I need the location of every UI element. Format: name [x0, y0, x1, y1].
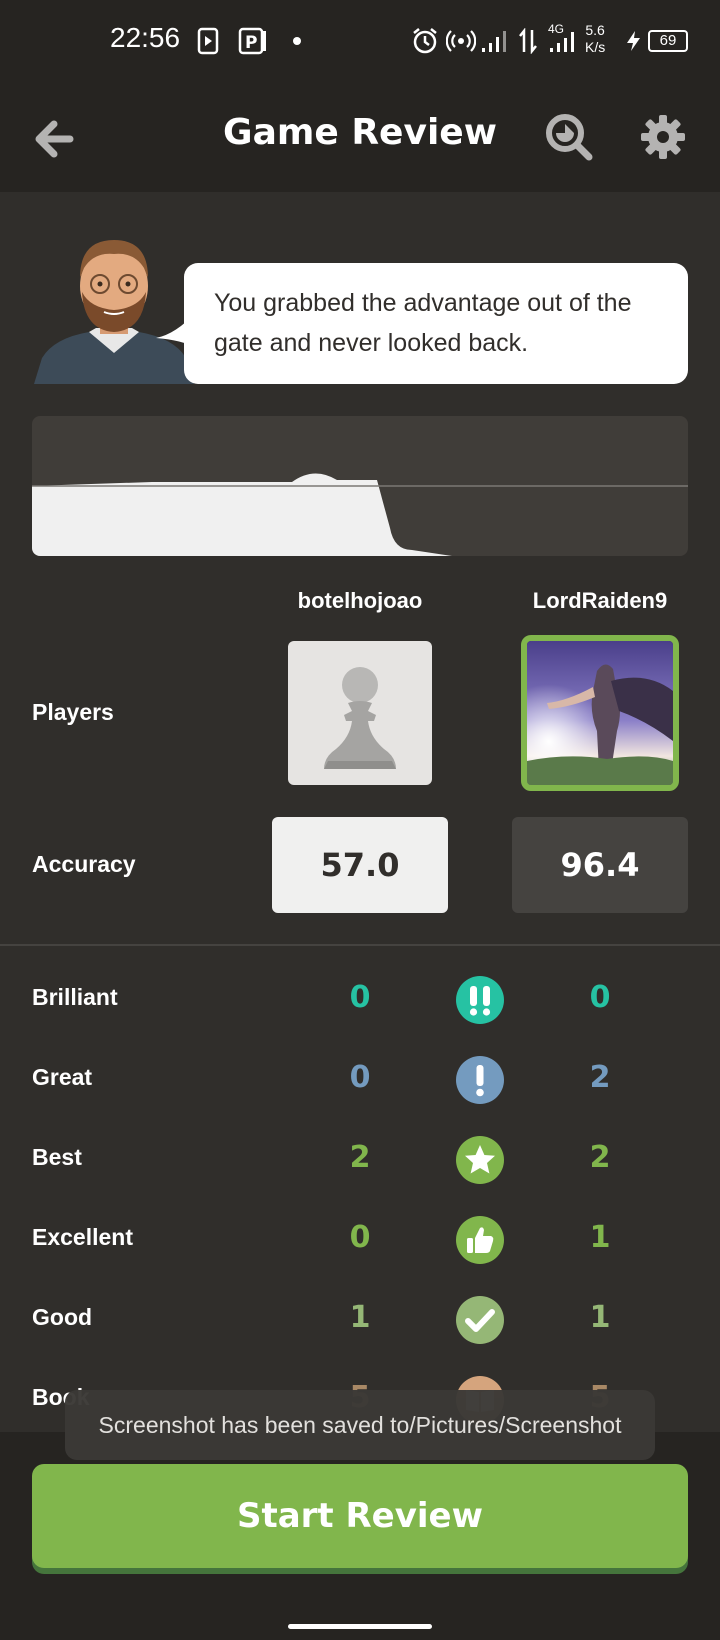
black-best-count: 2: [589, 1140, 611, 1175]
page-title: Game Review: [223, 112, 497, 153]
white-best-count: 2: [349, 1140, 371, 1175]
stat-row-brilliant[interactable]: Brilliant 0 0: [0, 970, 720, 1030]
evaluation-graph-area: [32, 473, 688, 556]
charging-icon: [627, 31, 640, 51]
signal-4g-icon: [550, 32, 574, 52]
stat-label: Good: [32, 1304, 93, 1330]
screenshot-toast: Screenshot has been saved to/Pictures/Sc…: [65, 1390, 655, 1460]
stat-row-great[interactable]: Great 0 2: [0, 1050, 720, 1110]
gear-icon: [641, 115, 685, 159]
star-icon: [456, 1136, 504, 1184]
great-move-icon: [456, 1056, 504, 1104]
network-speed: 5.6 K/s: [585, 22, 605, 56]
stat-row-best[interactable]: Best 2 2: [0, 1130, 720, 1190]
black-brilliant-count: 0: [589, 980, 611, 1015]
white-good-count: 1: [349, 1300, 371, 1335]
accuracy-label: Accuracy: [32, 851, 136, 877]
white-player-name: botelhojoao: [297, 588, 423, 613]
stat-label: Excellent: [32, 1224, 133, 1250]
white-accuracy: 57.0: [272, 817, 448, 913]
home-indicator[interactable]: [288, 1624, 432, 1629]
stat-label: Best: [32, 1144, 82, 1170]
brilliant-icon: [456, 976, 504, 1024]
analysis-search-icon: [546, 114, 593, 161]
stat-label: Brilliant: [32, 984, 118, 1010]
checkmark-icon: [456, 1296, 504, 1344]
coach-avatar: [34, 240, 194, 384]
black-player-avatar[interactable]: [521, 635, 679, 791]
stat-row-excellent[interactable]: Excellent 0 1: [0, 1210, 720, 1270]
black-excellent-count: 1: [589, 1220, 611, 1255]
start-review-button[interactable]: Start Review: [32, 1464, 688, 1568]
status-time: 22:56: [110, 22, 181, 53]
app-header: Game Review: [0, 82, 720, 192]
white-player-avatar[interactable]: [288, 641, 432, 785]
screen-record-icon: [197, 27, 219, 55]
alarm-icon: [413, 28, 437, 54]
data-transfer-icon: [519, 28, 537, 54]
network-speed-value: 5.6: [585, 22, 605, 38]
network-speed-unit: K/s: [585, 39, 606, 55]
analysis-search-button[interactable]: [542, 110, 596, 164]
stat-row-good[interactable]: Good 1 1: [0, 1290, 720, 1350]
pawn-icon: [324, 667, 396, 769]
signal-icon: [482, 31, 506, 52]
white-brilliant-count: 0: [349, 980, 371, 1015]
dot-icon: [293, 37, 301, 45]
black-player-name: LordRaiden9: [532, 588, 668, 613]
black-good-count: 1: [589, 1300, 611, 1335]
hotspot-icon: [446, 30, 476, 52]
svg-text:P: P: [245, 33, 257, 53]
battery-icon: 69: [648, 30, 688, 52]
players-label: Players: [32, 699, 114, 725]
anime-avatar-image: [527, 641, 673, 785]
stat-label: Great: [32, 1064, 93, 1090]
evaluation-graph[interactable]: [32, 416, 688, 556]
status-bar: 22:56 P 4G 5.6 K/s 69: [0, 0, 720, 82]
coach-speech-bubble: You grabbed the advantage out of the gat…: [184, 263, 688, 384]
settings-button[interactable]: [636, 110, 690, 164]
white-excellent-count: 0: [349, 1220, 371, 1255]
divider: [0, 944, 720, 946]
black-accuracy: 96.4: [512, 817, 688, 913]
parking-app-icon: P: [238, 27, 266, 55]
thumbs-up-icon: [456, 1216, 504, 1264]
black-great-count: 2: [589, 1060, 611, 1095]
white-great-count: 0: [349, 1060, 371, 1095]
